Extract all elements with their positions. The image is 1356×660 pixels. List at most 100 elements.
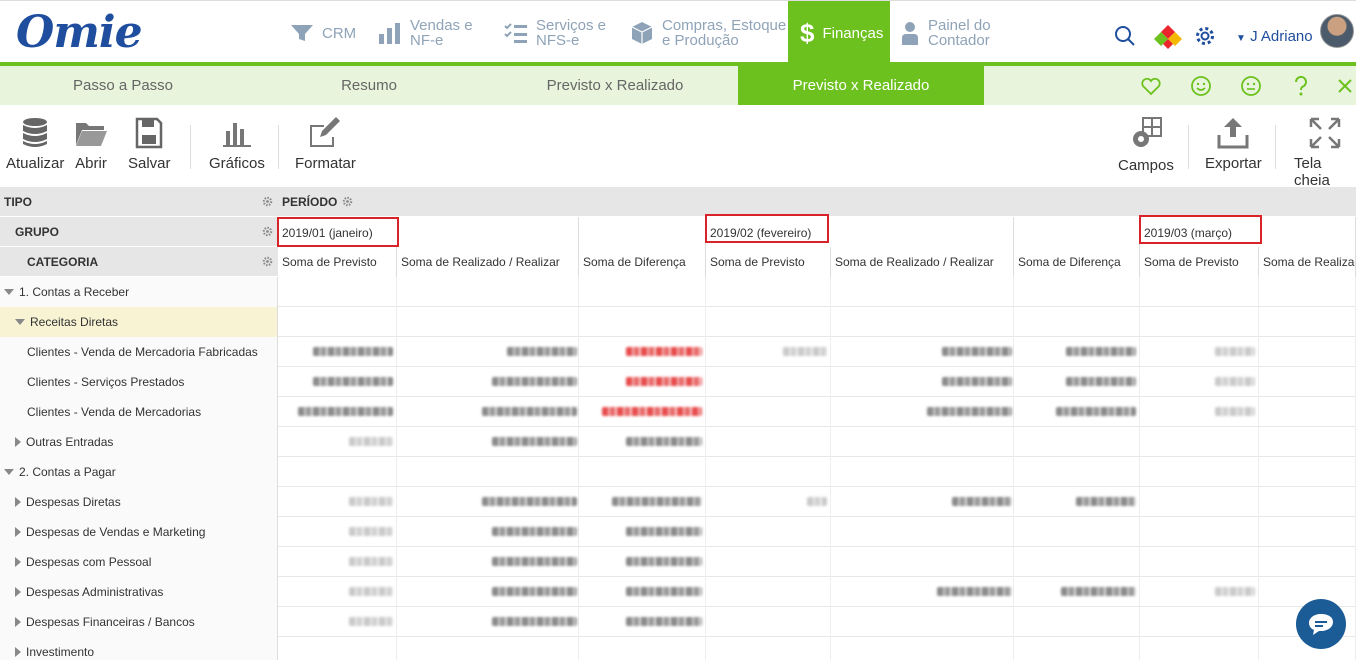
- checklist-icon: [504, 23, 527, 43]
- fields-button[interactable]: Campos: [1118, 117, 1174, 174]
- masked-value: [492, 437, 577, 446]
- fullscreen-expand-icon: [1309, 117, 1341, 149]
- toolbar-divider: [190, 125, 191, 169]
- nav-painel-contador[interactable]: Painel do Contador: [900, 1, 991, 65]
- table-cell: [706, 547, 831, 577]
- gear-icon[interactable]: [342, 196, 353, 207]
- masked-value: [942, 377, 1012, 386]
- table-cell: [706, 397, 831, 427]
- row-header[interactable]: Despesas Financeiras / Bancos: [0, 607, 278, 637]
- table-cell: [278, 307, 397, 337]
- table-cell: [1140, 487, 1259, 517]
- funnel-icon: [291, 25, 313, 41]
- user-menu[interactable]: ▼ J Adriano: [1236, 28, 1313, 45]
- row-header[interactable]: Despesas com Pessoal: [0, 547, 278, 577]
- table-cell: [1140, 517, 1259, 547]
- omie-logo[interactable]: Omie: [16, 7, 143, 58]
- periodo-header[interactable]: PERÍODO: [282, 195, 337, 209]
- row-header[interactable]: Clientes - Venda de Mercadorias: [0, 397, 278, 427]
- close-icon[interactable]: [1334, 75, 1356, 97]
- floppy-disk-icon: [136, 117, 163, 149]
- expand-triangle-icon[interactable]: [15, 617, 21, 627]
- puzzle-apps-icon[interactable]: [1152, 23, 1184, 49]
- row-header[interactable]: 1. Contas a Receber: [0, 277, 278, 307]
- nav-compras-label: Compras, Estoque: [662, 17, 787, 34]
- collapse-triangle-icon[interactable]: [4, 289, 14, 295]
- table-cell: [579, 637, 706, 660]
- measure-header[interactable]: Soma de Realizado / Realizar: [397, 247, 579, 277]
- row-header[interactable]: Outras Entradas: [0, 427, 278, 457]
- row-header[interactable]: Clientes - Venda de Mercadoria Fabricada…: [0, 337, 278, 367]
- nav-crm[interactable]: CRM: [290, 1, 356, 65]
- row-header[interactable]: Despesas de Vendas e Marketing: [0, 517, 278, 547]
- masked-value: [349, 437, 393, 446]
- avatar[interactable]: [1320, 14, 1354, 48]
- masked-value: [349, 617, 393, 626]
- measure-header[interactable]: Soma de Realizado / Realizar: [831, 247, 1014, 277]
- open-button[interactable]: Abrir: [74, 117, 108, 172]
- save-button[interactable]: Salvar: [128, 117, 171, 172]
- table-cell: [1259, 427, 1356, 457]
- neutral-face-icon[interactable]: [1240, 75, 1262, 97]
- settings-gear-icon[interactable]: [1194, 25, 1216, 47]
- expand-triangle-icon[interactable]: [15, 557, 21, 567]
- row-header[interactable]: Despesas Diretas: [0, 487, 278, 517]
- table-cell: [1014, 637, 1140, 660]
- row-label: Despesas com Pessoal: [26, 555, 152, 569]
- measure-header[interactable]: Soma de Diferença: [579, 247, 706, 277]
- gear-icon[interactable]: [262, 196, 273, 207]
- search-icon[interactable]: [1114, 25, 1136, 47]
- row-label: Outras Entradas: [26, 435, 114, 449]
- gear-icon[interactable]: [262, 226, 273, 237]
- charts-button[interactable]: Gráficos: [209, 117, 265, 172]
- gear-icon[interactable]: [262, 256, 273, 267]
- table-cell: [1014, 277, 1140, 307]
- collapse-triangle-icon[interactable]: [4, 469, 14, 475]
- expand-triangle-icon[interactable]: [15, 587, 21, 597]
- row-header[interactable]: 2. Contas a Pagar: [0, 457, 278, 487]
- table-cell: [1140, 547, 1259, 577]
- row-header[interactable]: Despesas Administrativas: [0, 577, 278, 607]
- nav-compras[interactable]: Compras, Estoque e Produção: [630, 1, 786, 65]
- expand-triangle-icon[interactable]: [15, 647, 21, 657]
- measure-header[interactable]: Soma de Previsto: [706, 247, 831, 277]
- expand-triangle-icon[interactable]: [15, 437, 21, 447]
- export-button[interactable]: Exportar: [1205, 117, 1262, 172]
- tab-passo-a-passo[interactable]: Passo a Passo: [0, 66, 246, 105]
- format-button[interactable]: Formatar: [295, 117, 356, 172]
- grupo-header[interactable]: GRUPO: [15, 225, 59, 239]
- nav-vendas[interactable]: Vendas e NF-e: [378, 1, 473, 65]
- table-row: 1. Contas a Receber: [0, 277, 1356, 307]
- table-cell: [831, 277, 1014, 307]
- edit-pencil-icon: [310, 117, 341, 147]
- measure-header[interactable]: Soma de Previsto: [1140, 247, 1259, 277]
- heart-icon[interactable]: [1140, 75, 1162, 97]
- tab-previsto-realizado[interactable]: Previsto x Realizado: [492, 66, 738, 105]
- fullscreen-button[interactable]: Tela cheia: [1294, 117, 1356, 189]
- row-header[interactable]: Investimento: [0, 637, 278, 660]
- tipo-header[interactable]: TIPO: [4, 195, 32, 209]
- measure-header[interactable]: Soma de Previsto: [278, 247, 397, 277]
- period-header-feb-ext: [1014, 217, 1140, 247]
- chat-support-button[interactable]: [1296, 599, 1346, 649]
- refresh-button[interactable]: Atualizar: [6, 117, 64, 172]
- table-cell: [1259, 517, 1356, 547]
- tab-previsto-realizado-active[interactable]: Previsto x Realizado: [738, 66, 984, 105]
- expand-triangle-icon[interactable]: [15, 497, 21, 507]
- nav-financas-label: Finanças: [822, 24, 884, 42]
- measure-header[interactable]: Soma de Realizado / Realizar: [1259, 247, 1356, 277]
- tab-resumo[interactable]: Resumo: [246, 66, 492, 105]
- bar-chart-icon: [222, 123, 251, 147]
- measure-header[interactable]: Soma de Diferença: [1014, 247, 1140, 277]
- expand-triangle-icon[interactable]: [15, 527, 21, 537]
- nav-financas[interactable]: $ Finanças: [788, 1, 890, 65]
- categoria-header[interactable]: CATEGORIA: [27, 255, 98, 269]
- collapse-triangle-icon[interactable]: [15, 319, 25, 325]
- help-question-icon[interactable]: [1290, 75, 1312, 97]
- nav-servicos[interactable]: Serviços e NFS-e: [504, 1, 606, 65]
- folder-open-icon: [76, 123, 107, 146]
- row-label: Clientes - Venda de Mercadorias: [27, 405, 202, 419]
- row-header[interactable]: Receitas Diretas: [0, 307, 278, 337]
- smile-icon[interactable]: [1190, 75, 1212, 97]
- row-header[interactable]: Clientes - Serviços Prestados: [0, 367, 278, 397]
